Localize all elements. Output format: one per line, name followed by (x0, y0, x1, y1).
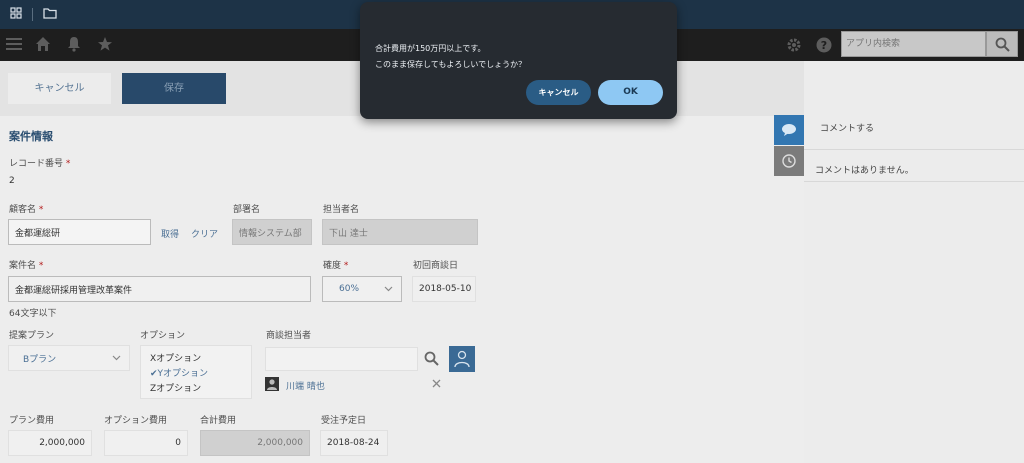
comment-input-area[interactable]: コメントする (804, 112, 1024, 150)
history-tab[interactable] (774, 146, 804, 176)
certainty-select[interactable]: 60% (322, 276, 402, 302)
search-icon (995, 37, 1010, 55)
department-label: 部署名 (233, 205, 261, 215)
section-title: 案件情報 (9, 130, 53, 143)
star-icon[interactable] (97, 36, 113, 55)
total-cost-field: 2,000,000 (200, 430, 310, 456)
check-icon: ✔ (150, 369, 158, 379)
gear-icon[interactable] (786, 37, 802, 56)
options-list: Xオプション ✔Yオプション Zオプション (140, 345, 252, 399)
app-search-input[interactable] (842, 32, 985, 56)
order-date-field[interactable]: 2018-08-24 (320, 430, 388, 456)
first-meeting-field[interactable]: 2018-05-10 (412, 276, 476, 302)
history-icon (781, 153, 797, 172)
sales-rep-user-link[interactable]: 川端 晴也 (286, 379, 325, 392)
comment-list: コメントはありません。 (804, 150, 1024, 182)
dialog-cancel-button[interactable]: キャンセル (526, 80, 591, 105)
first-meeting-label: 初回商談日 (413, 261, 459, 271)
home-icon[interactable] (35, 36, 51, 55)
option-item[interactable]: Xオプション (150, 351, 201, 364)
plan-cost-label: プラン費用 (9, 416, 55, 426)
comment-icon (781, 123, 797, 140)
dialog-message-line: 合計費用が150万円以上です。 (375, 44, 486, 53)
dialog-ok-button[interactable]: OK (598, 80, 663, 105)
total-cost-label: 合計費用 (200, 416, 237, 426)
department-field: 情報システム部 (232, 219, 312, 245)
sales-rep-label: 商談担当者 (266, 331, 312, 341)
plan-value: Bプラン (23, 354, 57, 365)
chevron-down-icon (384, 285, 393, 295)
option-item[interactable]: Zオプション (150, 381, 201, 394)
comment-side-panel: コメントする コメントはありません。 (804, 61, 1024, 463)
project-name-field[interactable]: 金都運総研採用管理改革案件 (8, 276, 311, 302)
cancel-button[interactable]: キャンセル (8, 73, 111, 104)
person-in-charge-field: 下山 達士 (322, 219, 478, 245)
app-search-button[interactable] (986, 31, 1018, 57)
person-in-charge-label: 担当者名 (323, 205, 360, 215)
search-icon[interactable] (424, 351, 439, 369)
save-button[interactable]: 保存 (122, 73, 226, 104)
confirm-dialog: 合計費用が150万円以上です。 このまま保存してもよろしいでしょうか？ キャンセ… (360, 2, 677, 119)
project-name-label: 案件名 * (9, 261, 44, 271)
certainty-label: 確度 * (323, 261, 349, 271)
customer-lookup-link[interactable]: 取得 (161, 227, 179, 240)
no-comments-text: コメントはありません。 (815, 166, 914, 176)
dialog-message-line: このまま保存してもよろしいでしょうか？ (375, 60, 527, 69)
option-cost-label: オプション費用 (104, 416, 168, 426)
comments-tab[interactable] (774, 115, 804, 145)
dialog-message: 合計費用が150万円以上です。 このまま保存してもよろしいでしょうか？ (375, 41, 526, 73)
options-label: オプション (140, 331, 186, 341)
option-item-selected[interactable]: ✔Yオプション (150, 366, 208, 379)
menu-icon[interactable] (6, 37, 22, 54)
certainty-value: 60% (339, 284, 360, 294)
chevron-down-icon (112, 354, 121, 364)
app-search-field[interactable] (841, 31, 986, 57)
customer-label: 顧客名 * (9, 205, 44, 215)
user-picker-button[interactable] (449, 346, 475, 372)
customer-field[interactable]: 金都運総研 (8, 219, 151, 245)
record-number-value: 2 (9, 176, 15, 186)
comment-prompt[interactable]: コメントする (820, 121, 874, 134)
option-cost-field[interactable]: 0 (104, 430, 188, 456)
record-number-label: レコード番号 * (9, 159, 71, 169)
close-icon[interactable] (432, 379, 441, 390)
folder-icon[interactable] (43, 7, 57, 19)
plan-cost-field[interactable]: 2,000,000 (8, 430, 92, 456)
apps-grid-icon[interactable] (10, 7, 22, 19)
bell-icon[interactable] (67, 36, 81, 55)
sales-rep-input[interactable] (265, 347, 418, 371)
plan-select[interactable]: Bプラン (8, 345, 130, 371)
top-bar-divider (32, 8, 33, 21)
user-picker-icon (454, 350, 470, 371)
plan-label: 提案プラン (9, 331, 55, 341)
customer-clear-link[interactable]: クリア (191, 227, 218, 240)
order-date-label: 受注予定日 (321, 416, 367, 426)
avatar (265, 377, 279, 391)
project-name-hint: 64文字以下 (9, 309, 57, 319)
svg-text:?: ? (821, 39, 827, 52)
help-icon[interactable]: ? (816, 37, 832, 56)
